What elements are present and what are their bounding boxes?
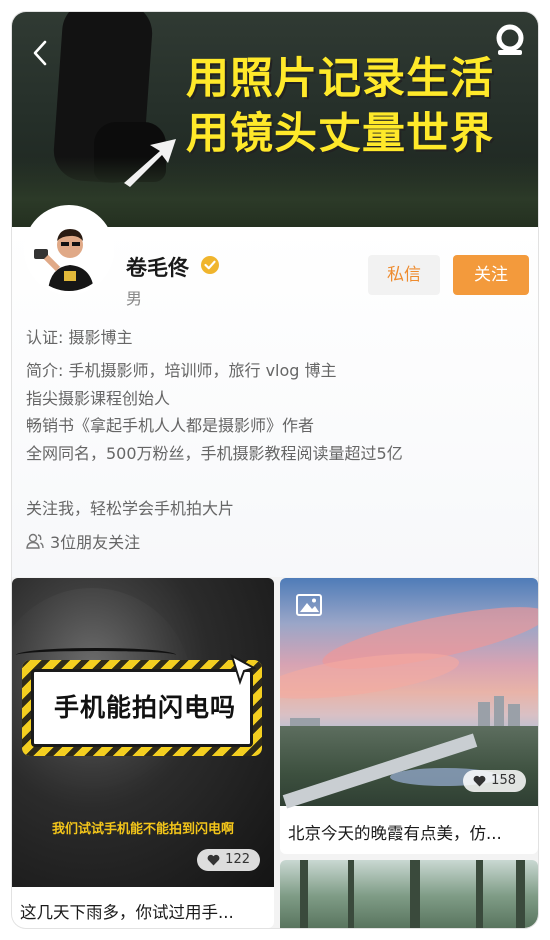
- card-title: 北京今天的晚霞有点美，仿...: [288, 824, 502, 843]
- profile-bio: 简介: 手机摄影师，培训师，旅行 vlog 博主 指尖摄影课程创始人 畅销书《拿…: [26, 357, 403, 522]
- friends-following-label: 3位朋友关注: [50, 533, 141, 552]
- image-type-icon: [296, 594, 322, 616]
- tree-trunk: [476, 860, 483, 928]
- feed-card[interactable]: 手机能拍闪电吗 我们试试手机能不能拍到闪电啊 122 这几天下雨多，你试过用手.…: [12, 578, 274, 928]
- profile-name: 卷毛佟: [126, 256, 189, 280]
- bio-line: 全网同名，500万粉丝，手机摄影教程阅读量超过5亿: [26, 443, 403, 463]
- profile-cover: 用照片记录生活 用镜头丈量世界: [12, 12, 538, 227]
- tree-trunk: [516, 860, 525, 928]
- like-count: 158: [491, 773, 516, 788]
- skyline-building: [494, 696, 504, 726]
- cover-sign-panel: 手机能拍闪电吗: [31, 669, 253, 747]
- tree-trunk: [410, 860, 420, 928]
- avatar-image: [28, 209, 110, 291]
- friends-icon: [26, 533, 44, 549]
- card-title: 这几天下雨多，你试过用手...: [20, 903, 234, 922]
- friends-following[interactable]: 3位朋友关注: [26, 529, 140, 553]
- photo-cover-image: 158: [280, 578, 538, 809]
- cover-arrow-icon: [124, 139, 176, 187]
- profile-info-card: 卷毛佟 男 私信 关注 认证: 摄影博主 简介: 手机摄影师，培训师，旅行 vl…: [12, 205, 538, 577]
- bio-line: 畅销书《拿起手机人人都是摄影师》作者: [26, 416, 315, 435]
- feed-card[interactable]: 158 北京今天的晚霞有点美，仿...: [280, 578, 538, 854]
- bio-line: 简介: 手机摄影师，培训师，旅行 vlog 博主: [26, 361, 337, 380]
- video-subtitle: 我们试试手机能不能拍到闪电啊: [51, 822, 234, 837]
- pin-icon: [230, 653, 257, 686]
- message-button[interactable]: 私信: [368, 255, 440, 295]
- follow-button[interactable]: 关注: [453, 255, 529, 295]
- like-count-badge: 122: [197, 849, 260, 871]
- back-arrow-icon[interactable]: [28, 38, 54, 68]
- profile-screen: 用照片记录生活 用镜头丈量世界 卷毛佟 男 私信 关注 认证: 摄影博主 简介:…: [12, 12, 538, 928]
- tree-trunk: [300, 860, 308, 928]
- tree-trunk: [348, 860, 354, 928]
- like-count: 122: [225, 852, 250, 867]
- verified-badge-icon: [201, 256, 219, 274]
- heart-icon: [207, 854, 220, 866]
- cover-sign-text: 手机能拍闪电吗: [53, 693, 236, 722]
- skyline-building: [478, 702, 490, 726]
- skyline-building: [290, 718, 320, 726]
- feed-card[interactable]: [280, 860, 538, 928]
- cover-headline: 用照片记录生活 用镜头丈量世界: [186, 52, 494, 162]
- like-count-badge: 158: [463, 770, 526, 792]
- bio-line: 关注我，轻松学会手机拍大片: [26, 498, 235, 518]
- certification-text: 认证: 摄影博主: [26, 328, 133, 347]
- cover-headline-line2: 用镜头丈量世界: [186, 109, 494, 159]
- profile-gender: 男: [126, 289, 143, 308]
- video-cover-image: 手机能拍闪电吗 我们试试手机能不能拍到闪电啊 122: [12, 578, 274, 887]
- camera-shortcut-icon[interactable]: [492, 22, 528, 58]
- bio-line: 指尖摄影课程创始人: [26, 388, 171, 408]
- cover-headline-line1: 用照片记录生活: [186, 54, 494, 104]
- skyline-building: [508, 704, 520, 726]
- photo-cover-image: [280, 860, 538, 928]
- avatar[interactable]: [24, 205, 114, 295]
- heart-icon: [473, 775, 486, 787]
- bio-spacer: [26, 467, 403, 495]
